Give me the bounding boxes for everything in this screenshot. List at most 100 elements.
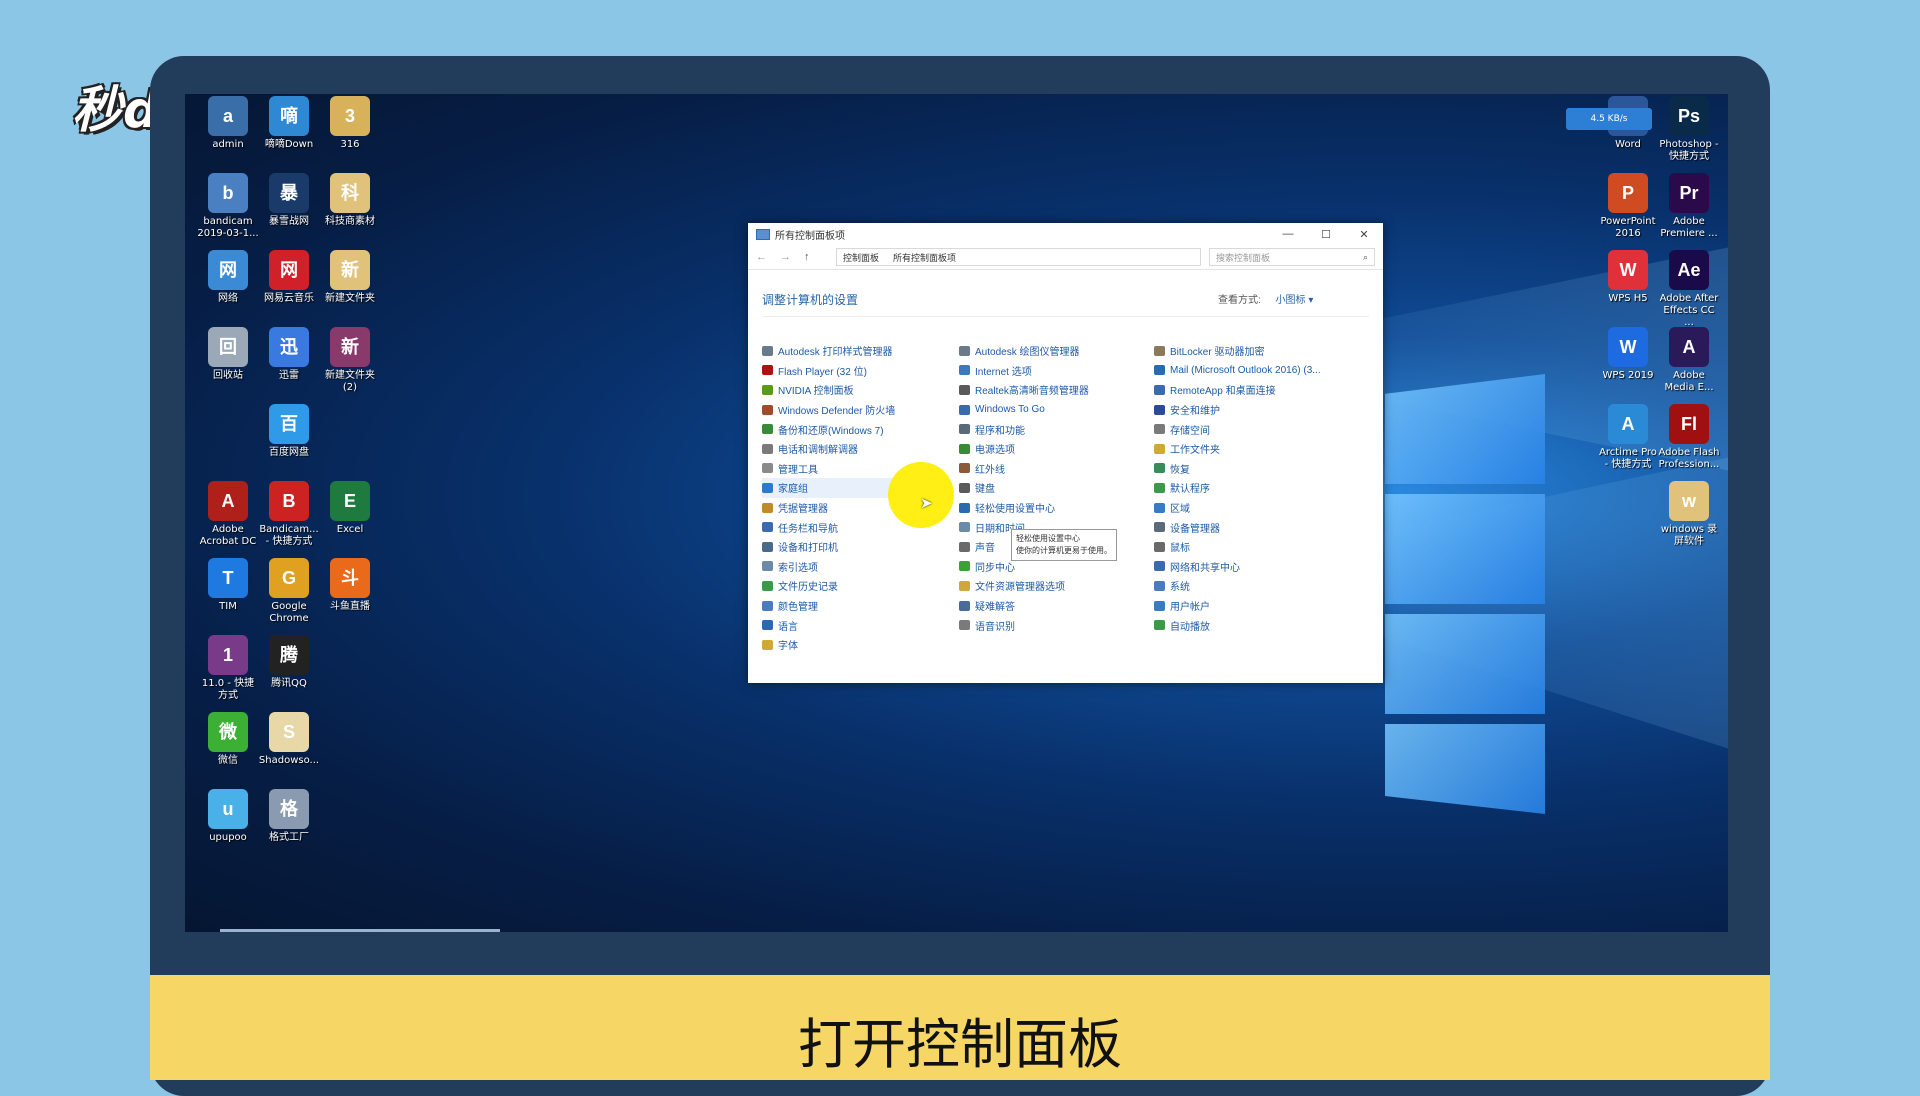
desktop-icon[interactable]: P PowerPoint 2016 <box>1597 173 1659 240</box>
desktop-icon[interactable]: E Excel <box>319 481 381 536</box>
control-panel-item[interactable]: 程序和功能 <box>959 419 1089 439</box>
control-panel-item[interactable]: Windows To Go <box>959 400 1089 420</box>
control-panel-item[interactable]: 存储空间 <box>1154 419 1321 439</box>
desktop-icon[interactable]: Ae Adobe After Effects CC ... <box>1658 250 1720 329</box>
control-panel-item[interactable]: 颜色管理 <box>762 596 895 616</box>
desktop-icon[interactable]: W WPS 2019 <box>1597 327 1659 382</box>
maximize-button[interactable]: ☐ <box>1307 228 1345 241</box>
back-arrow-icon[interactable]: ← <box>756 251 780 263</box>
control-panel-item[interactable]: Internet 选项 <box>959 361 1089 381</box>
control-panel-item[interactable]: 文件资源管理器选项 <box>959 576 1089 596</box>
control-panel-item[interactable]: 疑难解答 <box>959 596 1089 616</box>
control-panel-item[interactable]: 语音识别 <box>959 615 1089 635</box>
desktop-icon[interactable]: 格格式工厂 <box>258 789 320 844</box>
control-panel-item[interactable]: 轻松使用设置中心 <box>959 498 1089 518</box>
desktop-icon[interactable]: w windows 录屏软件 <box>1658 481 1720 548</box>
control-panel-item[interactable]: 默认程序 <box>1154 478 1321 498</box>
control-panel-item[interactable]: 恢复 <box>1154 459 1321 479</box>
winrar-icon: 1 <box>208 635 248 675</box>
breadcrumb-all-items[interactable]: 所有控制面板项 <box>893 251 956 264</box>
address-bar[interactable]: 控制面板 所有控制面板项 <box>836 248 1201 266</box>
desktop-icon[interactable]: 斗斗鱼直播 <box>319 558 381 613</box>
control-panel-item[interactable]: 管理工具 <box>762 459 895 479</box>
control-panel-item[interactable]: 网络和共享中心 <box>1154 557 1321 577</box>
desktop-icon[interactable]: 3 316 <box>319 96 381 151</box>
control-panel-item[interactable]: Autodesk 打印样式管理器 <box>762 341 895 361</box>
control-panel-item[interactable]: 红外线 <box>959 459 1089 479</box>
window-titlebar[interactable]: 所有控制面板项 — ☐ ✕ <box>748 223 1383 245</box>
desktop-icon-label: Photoshop - 快捷方式 <box>1659 139 1719 162</box>
desktop-icon[interactable]: 1 11.0 - 快捷方式 <box>197 635 259 702</box>
control-panel-item[interactable]: 家庭组 <box>762 478 896 498</box>
control-panel-item[interactable]: BitLocker 驱动器加密 <box>1154 341 1321 361</box>
control-panel-item[interactable]: 字体 <box>762 635 895 655</box>
desktop-icon[interactable]: 新新建文件夹 (2) <box>319 327 381 394</box>
desktop-icon[interactable]: 科科技商素材 <box>319 173 381 228</box>
desktop-icon[interactable]: A Adobe Media E... <box>1658 327 1720 394</box>
control-panel-item[interactable]: 自动播放 <box>1154 615 1321 635</box>
security-flag-icon <box>1154 404 1165 415</box>
up-arrow-icon[interactable]: ↑ <box>804 251 828 263</box>
desktop-icon[interactable]: Fl Adobe Flash Profession... <box>1658 404 1720 471</box>
control-panel-item-label: 设备管理器 <box>1170 523 1220 535</box>
control-panel-item[interactable]: 区域 <box>1154 498 1321 518</box>
desktop-icon-label: 斗鱼直播 <box>330 601 370 612</box>
control-panel-item[interactable]: 鼠标 <box>1154 537 1321 557</box>
breadcrumb-control-panel[interactable]: 控制面板 <box>843 251 879 264</box>
control-panel-item[interactable]: 设备和打印机 <box>762 537 895 557</box>
control-panel-item[interactable]: Mail (Microsoft Outlook 2016) (3... <box>1154 361 1321 381</box>
minimize-button[interactable]: — <box>1269 228 1307 241</box>
desktop-icon[interactable]: 网网络 <box>197 250 259 305</box>
control-panel-item[interactable]: Windows Defender 防火墙 <box>762 400 895 420</box>
desktop-icon[interactable]: 网网易云音乐 <box>258 250 320 305</box>
desktop-icon[interactable]: 微微信 <box>197 712 259 767</box>
control-panel-item[interactable]: 设备管理器 <box>1154 517 1321 537</box>
desktop-icon[interactable]: 嘀嘀嘀Down <box>258 96 320 151</box>
control-panel-item[interactable]: Flash Player (32 位) <box>762 361 895 381</box>
control-panel-item-label: 家庭组 <box>778 484 808 496</box>
control-panel-item[interactable]: 安全和维护 <box>1154 400 1321 420</box>
control-panel-item[interactable]: 电源选项 <box>959 439 1089 459</box>
control-panel-item[interactable]: 用户帐户 <box>1154 596 1321 616</box>
control-panel-item[interactable]: 文件历史记录 <box>762 576 895 596</box>
desktop-icon[interactable]: G Google Chrome <box>258 558 320 625</box>
desktop-icon[interactable]: a admin <box>197 96 259 151</box>
control-panel-item[interactable]: 凭据管理器 <box>762 498 895 518</box>
desktop-icon[interactable]: 回回收站 <box>197 327 259 382</box>
control-panel-item[interactable]: Realtek高清晰音频管理器 <box>959 380 1089 400</box>
control-panel-item[interactable]: 备份和还原(Windows 7) <box>762 419 895 439</box>
control-panel-item[interactable]: 电话和调制解调器 <box>762 439 895 459</box>
desktop-icon[interactable]: 迅迅雷 <box>258 327 320 382</box>
control-panel-item[interactable]: Autodesk 绘图仪管理器 <box>959 341 1089 361</box>
control-panel-item[interactable]: 键盘 <box>959 478 1089 498</box>
desktop-icon[interactable]: 腾腾讯QQ <box>258 635 320 690</box>
desktop-icon[interactable]: u upupoo <box>197 789 259 844</box>
desktop-icon[interactable]: 百百度网盘 <box>258 404 320 459</box>
desktop-icon[interactable]: Ps Photoshop - 快捷方式 <box>1658 96 1720 163</box>
desktop-icon[interactable]: S Shadowso... <box>258 712 320 767</box>
control-panel-item[interactable]: 任务栏和导航 <box>762 517 895 537</box>
desktop-icon[interactable]: T TIM <box>197 558 259 613</box>
desktop-icon[interactable]: A Adobe Acrobat DC <box>197 481 259 548</box>
desktop-icon[interactable]: 新新建文件夹 <box>319 250 381 305</box>
desktop-icon[interactable]: Pr Adobe Premiere ... <box>1658 173 1720 240</box>
desktop-icon[interactable]: B Bandicam... - 快捷方式 <box>258 481 320 548</box>
network-speed-badge: 4.5 KB/s <box>1566 108 1652 130</box>
control-panel-item[interactable]: 工作文件夹 <box>1154 439 1321 459</box>
control-panel-item[interactable]: 索引选项 <box>762 557 895 577</box>
desktop-icon-label: Shadowso... <box>258 755 320 766</box>
desktop-icon[interactable]: 暴暴雪战网 <box>258 173 320 228</box>
control-panel-item[interactable]: NVIDIA 控制面板 <box>762 380 895 400</box>
desktop-icon[interactable]: b bandicam 2019-03-1... <box>197 173 259 240</box>
control-panel-item[interactable]: RemoteApp 和桌面连接 <box>1154 380 1321 400</box>
control-panel-item[interactable]: 系统 <box>1154 576 1321 596</box>
forward-arrow-icon[interactable]: → <box>780 251 804 263</box>
desktop-icon[interactable]: W WPS H5 <box>1597 250 1659 305</box>
desktop-icon[interactable]: A Arctime Pro - 快捷方式 <box>1597 404 1659 471</box>
control-panel-item[interactable]: 语言 <box>762 615 895 635</box>
close-button[interactable]: ✕ <box>1345 228 1383 241</box>
desktop-icon-label: PowerPoint 2016 <box>1600 216 1656 239</box>
search-input[interactable]: 搜索控制面板 ⌕ <box>1209 248 1375 266</box>
view-by-dropdown[interactable]: 小图标 ▾ <box>1276 295 1314 306</box>
desktop-icon-label: 新建文件夹 (2) <box>325 370 375 393</box>
